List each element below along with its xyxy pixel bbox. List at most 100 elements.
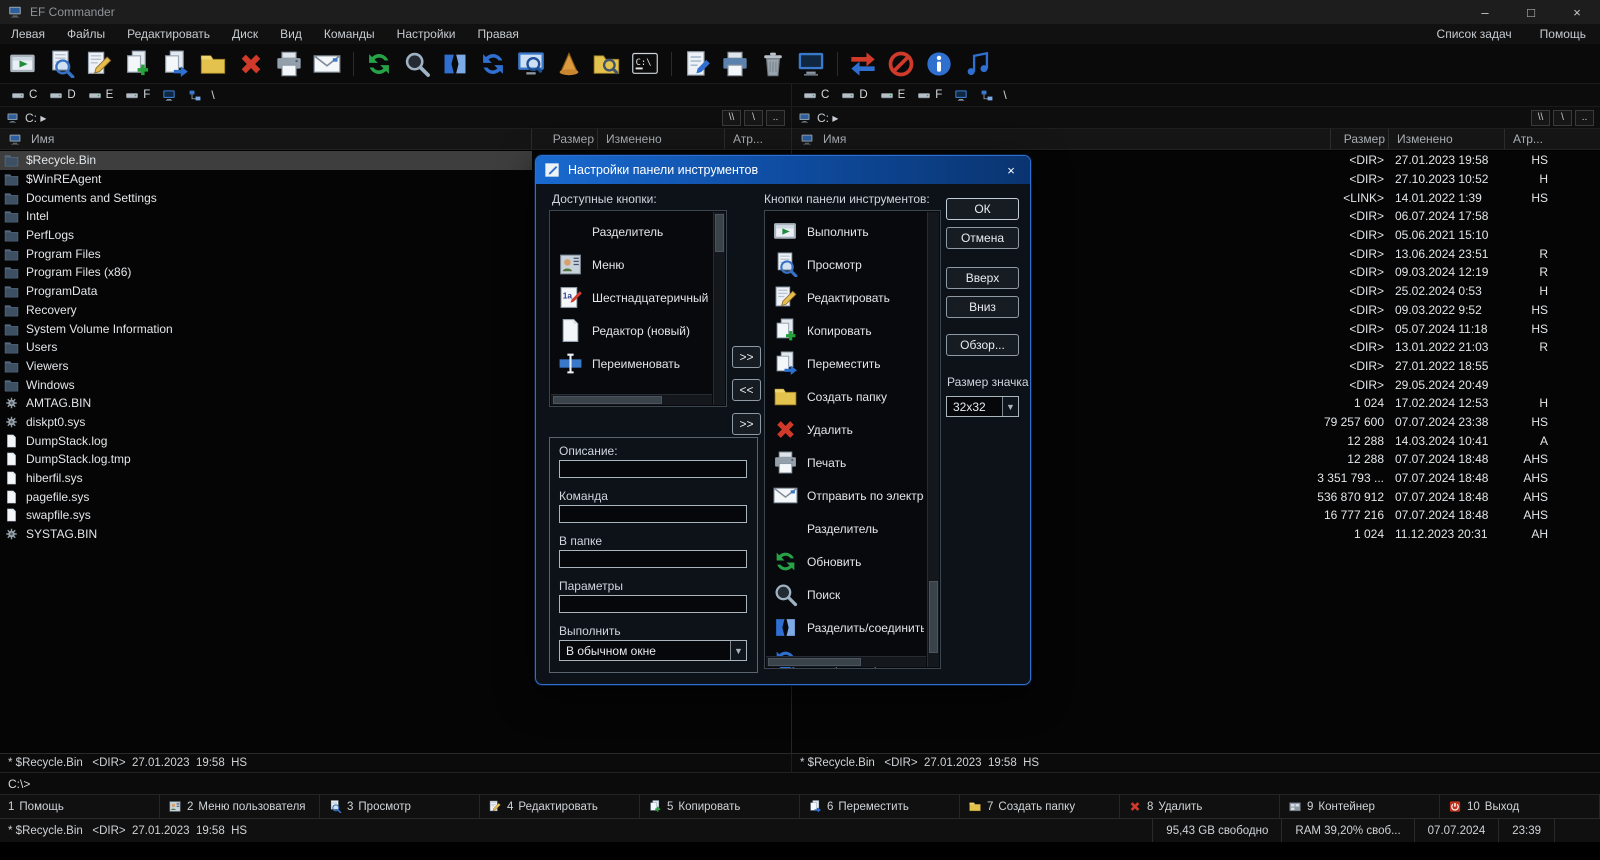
function-key-button[interactable]: 1 Помощь <box>0 795 160 818</box>
column-header-date[interactable]: Изменено <box>1389 129 1505 149</box>
menu-item[interactable]: Настройки <box>386 24 467 44</box>
toolbar-button[interactable] <box>308 47 346 81</box>
available-button-item[interactable]: 1a Шестнадцатеричный ред <box>550 281 710 314</box>
menu-item[interactable]: Файлы <box>56 24 116 44</box>
toolbar-button[interactable] <box>474 47 512 81</box>
path-bar-right[interactable]: C: ▸ \\\.. <box>791 107 1600 128</box>
available-button-item[interactable]: Меню <box>550 248 710 281</box>
cancel-button[interactable]: Отмена <box>946 227 1019 249</box>
drive-button[interactable]: D <box>44 86 80 104</box>
dialog-title-bar[interactable]: Настройки панели инструментов × <box>536 156 1030 184</box>
menu-item[interactable]: Команды <box>313 24 386 44</box>
move-down-button[interactable]: Вниз <box>946 296 1019 318</box>
vertical-scrollbar[interactable] <box>927 212 939 667</box>
toolbar-button[interactable] <box>118 47 156 81</box>
path-nav-button[interactable]: \ <box>1553 110 1572 126</box>
menu-item[interactable]: Редактировать <box>116 24 221 44</box>
function-key-button[interactable]: 8 Удалить <box>1120 795 1280 818</box>
toolbar-button[interactable] <box>882 47 920 81</box>
path-nav-button[interactable]: \\ <box>722 110 741 126</box>
toolbar-button[interactable] <box>958 47 996 81</box>
toolbar-button[interactable] <box>4 47 42 81</box>
scrollbar-thumb[interactable] <box>715 214 724 252</box>
network-button[interactable] <box>975 86 999 104</box>
column-header-attr[interactable]: Атр... <box>1505 129 1600 149</box>
toolbar-button-item[interactable]: Поиск <box>765 578 924 611</box>
scrollbar-thumb[interactable] <box>553 396 662 404</box>
toolbar-button-item[interactable]: Просмотр <box>765 248 924 281</box>
vertical-scrollbar[interactable] <box>713 212 725 405</box>
available-button-item[interactable]: Редактор (новый) <box>550 314 710 347</box>
path-nav-button[interactable]: \\ <box>1531 110 1550 126</box>
dialog-close-button[interactable]: × <box>1000 160 1022 180</box>
toolbar-button[interactable] <box>716 47 754 81</box>
drive-button[interactable]: F <box>912 86 947 104</box>
toolbar-button-item[interactable]: Разделить/соединить <box>765 611 924 644</box>
field-input[interactable] <box>559 460 747 478</box>
maximize-button[interactable]: □ <box>1508 0 1554 24</box>
toolbar-button[interactable] <box>844 47 882 81</box>
ok-button[interactable]: ОК <box>946 198 1019 220</box>
toolbar-button[interactable] <box>436 47 474 81</box>
toolbar-button[interactable] <box>754 47 792 81</box>
function-key-button[interactable]: 4 Редактировать <box>480 795 640 818</box>
command-line[interactable]: C:\> <box>0 772 1600 794</box>
menu-item[interactable]: Диск <box>221 24 269 44</box>
drive-button[interactable]: C <box>798 86 834 104</box>
function-key-button[interactable]: 6 Переместить <box>800 795 960 818</box>
icon-size-select[interactable]: 32x32 ▼ <box>946 396 1019 417</box>
function-key-button[interactable]: 2 Меню пользователя <box>160 795 320 818</box>
drive-button[interactable]: F <box>120 86 155 104</box>
toolbar-button-item[interactable]: Создать папку <box>765 380 924 413</box>
menu-item[interactable]: Список задач <box>1423 24 1526 44</box>
function-key-button[interactable]: 10 Выход <box>1440 795 1600 818</box>
function-key-button[interactable]: 3 Просмотр <box>320 795 480 818</box>
menu-item[interactable]: Правая <box>467 24 530 44</box>
column-header-size[interactable]: Размер <box>1331 129 1389 149</box>
drive-button[interactable]: C <box>6 86 42 104</box>
toolbar-button[interactable] <box>830 47 844 81</box>
column-header-attr[interactable]: Атр... <box>725 129 791 149</box>
add-button[interactable]: >> <box>732 346 761 368</box>
minimize-button[interactable]: – <box>1462 0 1508 24</box>
drive-button[interactable]: E <box>875 86 911 104</box>
toolbar-button[interactable] <box>194 47 232 81</box>
toolbar-button[interactable] <box>792 47 830 81</box>
column-header-size[interactable]: Размер <box>532 129 598 149</box>
toolbar-button-item[interactable]: Обновить <box>765 545 924 578</box>
toolbar-button[interactable] <box>270 47 308 81</box>
toolbar-button[interactable] <box>398 47 436 81</box>
toolbar-button-item[interactable]: Выполнить <box>765 215 924 248</box>
toolbar-button[interactable] <box>346 47 360 81</box>
drive-button[interactable]: E <box>83 86 119 104</box>
scrollbar-thumb[interactable] <box>929 581 938 653</box>
toolbar-button-item[interactable]: Редактировать <box>765 281 924 314</box>
browse-button[interactable]: Обзор... <box>946 334 1019 356</box>
remove-button[interactable]: << <box>732 379 761 401</box>
function-key-button[interactable]: 5 Копировать <box>640 795 800 818</box>
toolbar-button[interactable] <box>360 47 398 81</box>
field-input[interactable] <box>559 595 747 613</box>
column-header-date[interactable]: Изменено <box>598 129 725 149</box>
function-key-button[interactable]: 7 Создать папку <box>960 795 1120 818</box>
path-nav-button[interactable]: .. <box>766 110 785 126</box>
toolbar-button[interactable] <box>664 47 678 81</box>
toolbar-button-item[interactable]: Удалить <box>765 413 924 446</box>
toolbar-button-item[interactable]: Копировать <box>765 314 924 347</box>
toolbar-button-item[interactable]: Отправить по электронн <box>765 479 924 512</box>
toolbar-button-item[interactable]: Переместить <box>765 347 924 380</box>
toolbar-button[interactable] <box>232 47 270 81</box>
menu-item[interactable]: Вид <box>269 24 313 44</box>
path-bar-left[interactable]: C: ▸ \\\.. <box>0 107 791 128</box>
column-header-name[interactable]: Имя <box>792 129 1331 149</box>
available-buttons-list[interactable]: Разделитель Меню 1a Шестнадцатеричный ре… <box>549 210 727 407</box>
horizontal-scrollbar[interactable] <box>551 394 712 405</box>
menu-item[interactable]: Левая <box>0 24 56 44</box>
column-header-name[interactable]: Имя <box>0 129 532 149</box>
move-up-button[interactable]: Вверх <box>946 267 1019 289</box>
field-input[interactable] <box>559 550 747 568</box>
toolbar-button[interactable] <box>550 47 588 81</box>
toolbar-button-item[interactable]: Печать <box>765 446 924 479</box>
close-button[interactable]: × <box>1554 0 1600 24</box>
scrollbar-thumb[interactable] <box>768 658 861 666</box>
